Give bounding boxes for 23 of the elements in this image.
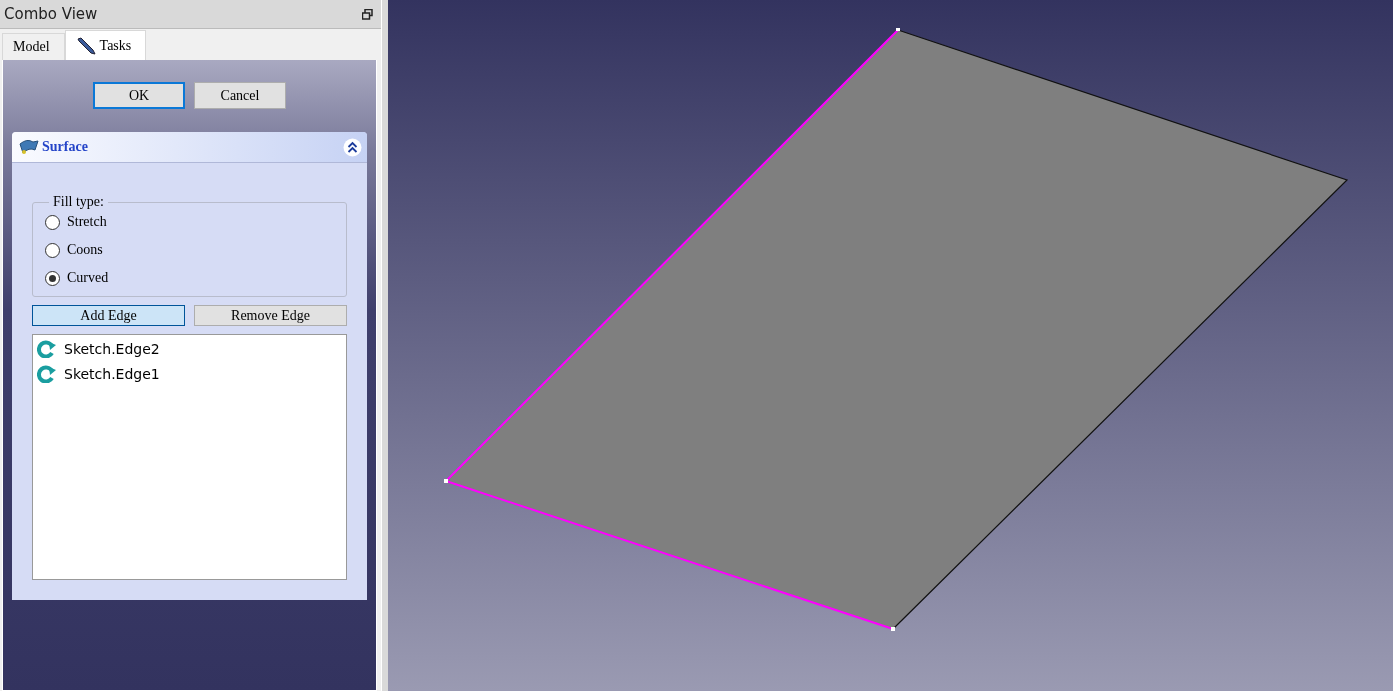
pencil-icon — [75, 36, 96, 55]
edge-icon — [37, 340, 57, 358]
float-icon[interactable] — [362, 8, 373, 20]
radio-button[interactable] — [45, 270, 60, 286]
tab[interactable]: Model — [2, 33, 65, 60]
radio-option[interactable]: Stretch — [45, 212, 334, 232]
list-item[interactable]: Sketch.Edge2 — [37, 339, 342, 359]
collapse-icon[interactable] — [343, 137, 362, 157]
edge-button[interactable]: Add Edge — [32, 305, 185, 326]
panel-title: Combo View — [4, 5, 98, 23]
card-title: Surface — [42, 139, 89, 155]
list-item[interactable]: Sketch.Edge1 — [37, 364, 342, 384]
dialog-button[interactable]: OK — [93, 82, 185, 109]
radio-button[interactable] — [45, 214, 60, 230]
radio-option[interactable]: Coons — [45, 240, 334, 260]
edge-button[interactable]: Remove Edge — [194, 305, 348, 326]
radio-option[interactable]: Curved — [45, 268, 334, 288]
edge-icon — [37, 365, 57, 383]
surface-icon — [19, 138, 39, 156]
group-label: Fill type: — [52, 194, 105, 210]
dialog-button[interactable]: Cancel — [194, 82, 286, 109]
radio-button[interactable] — [45, 242, 60, 258]
tab[interactable]: Tasks — [64, 30, 147, 60]
